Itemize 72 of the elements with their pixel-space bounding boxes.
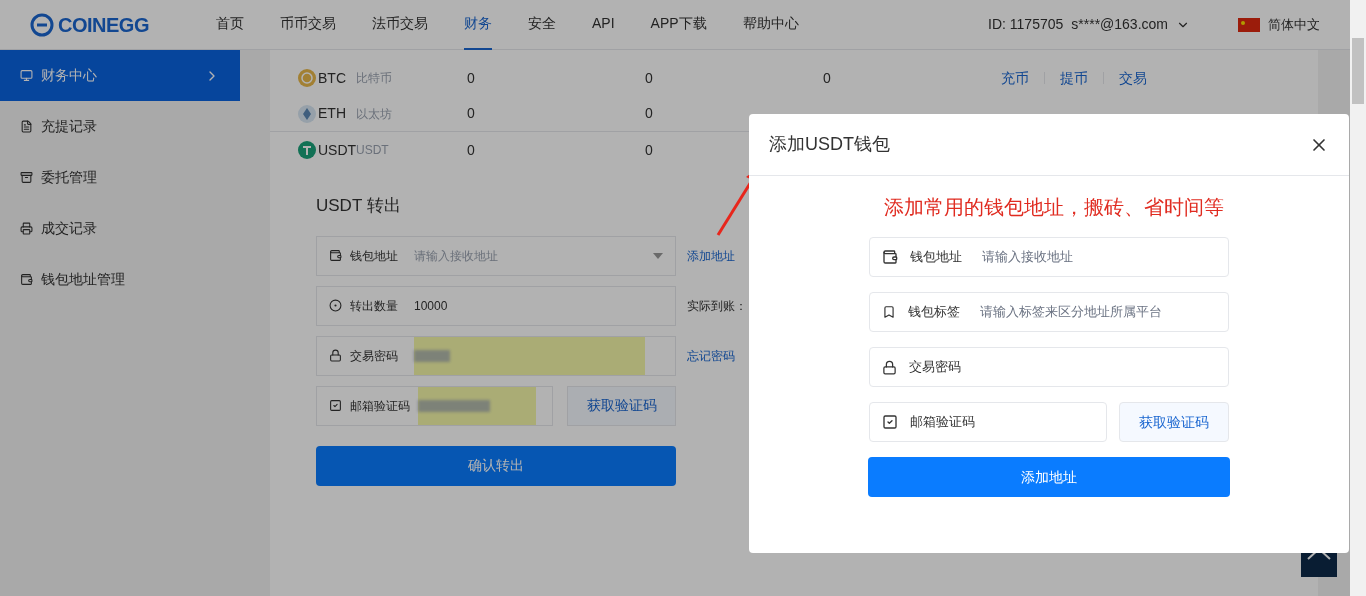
amount-field[interactable]: 转出数量 10000 bbox=[316, 285, 676, 326]
tether-coin-icon bbox=[298, 141, 316, 159]
sidebar-item-icon bbox=[20, 171, 33, 184]
get-code-button[interactable]: 获取验证码 bbox=[567, 385, 676, 426]
coin-symbol: ETH bbox=[318, 104, 347, 123]
wallet-icon bbox=[882, 249, 898, 265]
logo-icon bbox=[30, 12, 54, 37]
coin-name: USDT bbox=[356, 142, 390, 159]
action-link[interactable]: 交易 bbox=[1119, 67, 1147, 89]
blurred-value bbox=[414, 349, 450, 362]
lock-icon bbox=[882, 359, 897, 375]
nav-link[interactable]: 币币交易 bbox=[280, 0, 336, 50]
balance-value: 0 bbox=[467, 141, 475, 158]
coin-symbol: BTC bbox=[318, 68, 347, 88]
balance-value: 0 bbox=[467, 105, 475, 121]
language-selector[interactable]: 简体中文 bbox=[1268, 14, 1320, 35]
sidebar-item-icon bbox=[20, 120, 33, 133]
balance-value: 0 bbox=[645, 69, 653, 86]
bookmark-icon bbox=[882, 305, 896, 319]
coin-icon bbox=[329, 299, 342, 312]
dialog-title: 添加USDT钱包 bbox=[769, 133, 890, 156]
balance-value: 0 bbox=[467, 69, 475, 86]
dialog-note: 添加常用的钱包地址，搬砖、省时间等 bbox=[883, 195, 1224, 220]
nav-link[interactable]: 法币交易 bbox=[372, 0, 428, 50]
dropdown-caret-icon bbox=[653, 252, 663, 259]
nav-link[interactable]: API bbox=[592, 0, 615, 50]
coin-symbol: USDT bbox=[318, 140, 356, 160]
address-select[interactable]: 钱包地址 请输入接收地址 bbox=[316, 235, 676, 276]
nav-link[interactable]: APP下载 bbox=[650, 0, 707, 50]
password-field[interactable]: 交易密码 bbox=[316, 335, 676, 376]
confirm-transfer-button[interactable]: 确认转出 bbox=[316, 445, 676, 486]
forgot-password-link[interactable]: 忘记密码 bbox=[687, 346, 735, 365]
wallet-tag-field[interactable]: 钱包标签 请输入标签来区分地址所属平台 bbox=[869, 292, 1229, 332]
ether-coin-icon bbox=[298, 104, 316, 123]
nav-link[interactable]: 帮助中心 bbox=[742, 0, 799, 50]
flag-icon bbox=[1238, 17, 1260, 32]
balance-value: 0 bbox=[645, 141, 653, 158]
lock-icon bbox=[329, 349, 342, 362]
sidebar-item-icon bbox=[20, 69, 33, 82]
wallet-address-field[interactable]: 钱包地址 请输入接收地址 bbox=[869, 237, 1229, 277]
get-code-button[interactable]: 获取验证码 bbox=[1119, 402, 1229, 442]
sidebar-item[interactable]: 钱包地址管理 bbox=[0, 254, 240, 305]
email-code-field[interactable]: 邮箱验证码 bbox=[316, 385, 553, 426]
email-code-field[interactable]: 邮箱验证码 bbox=[869, 402, 1107, 442]
check-icon bbox=[882, 414, 898, 430]
scrollbar[interactable] bbox=[1350, 0, 1366, 596]
user-id: ID: 1175705 bbox=[988, 15, 1064, 34]
sidebar-item-icon bbox=[20, 222, 33, 235]
add-address-link[interactable]: 添加地址 bbox=[687, 246, 735, 265]
coin-icon bbox=[298, 69, 316, 87]
wallet-icon bbox=[329, 249, 342, 262]
sidebar-item[interactable]: 财务中心 bbox=[0, 50, 240, 101]
balance-value: 0 bbox=[823, 69, 831, 86]
section-title: USDT 转出 bbox=[316, 195, 401, 217]
coin-name: 以太坊 bbox=[356, 105, 393, 123]
nav-link[interactable]: 首页 bbox=[216, 0, 244, 50]
action-link[interactable]: 提币 bbox=[1060, 67, 1088, 89]
balance-value: 0 bbox=[645, 105, 653, 121]
trade-password-field[interactable]: 交易密码 bbox=[869, 347, 1229, 387]
sidebar-item[interactable]: 成交记录 bbox=[0, 203, 240, 254]
action-link[interactable]: 充币 bbox=[1001, 67, 1029, 89]
logo-text: COINEGG bbox=[58, 12, 149, 38]
blurred-value bbox=[418, 399, 490, 412]
sidebar-item-icon bbox=[20, 273, 33, 286]
check-icon bbox=[329, 399, 342, 412]
sidebar-item[interactable]: 充提记录 bbox=[0, 101, 240, 152]
actual-amount-label: 实际到账： bbox=[687, 297, 747, 315]
sidebar-item[interactable]: 委托管理 bbox=[0, 152, 240, 203]
coin-name: 比特币 bbox=[356, 70, 393, 87]
nav-link[interactable]: 安全 bbox=[528, 0, 556, 50]
user-email[interactable]: s****@163.com bbox=[1071, 14, 1168, 35]
add-address-button[interactable]: 添加地址 bbox=[868, 457, 1230, 497]
